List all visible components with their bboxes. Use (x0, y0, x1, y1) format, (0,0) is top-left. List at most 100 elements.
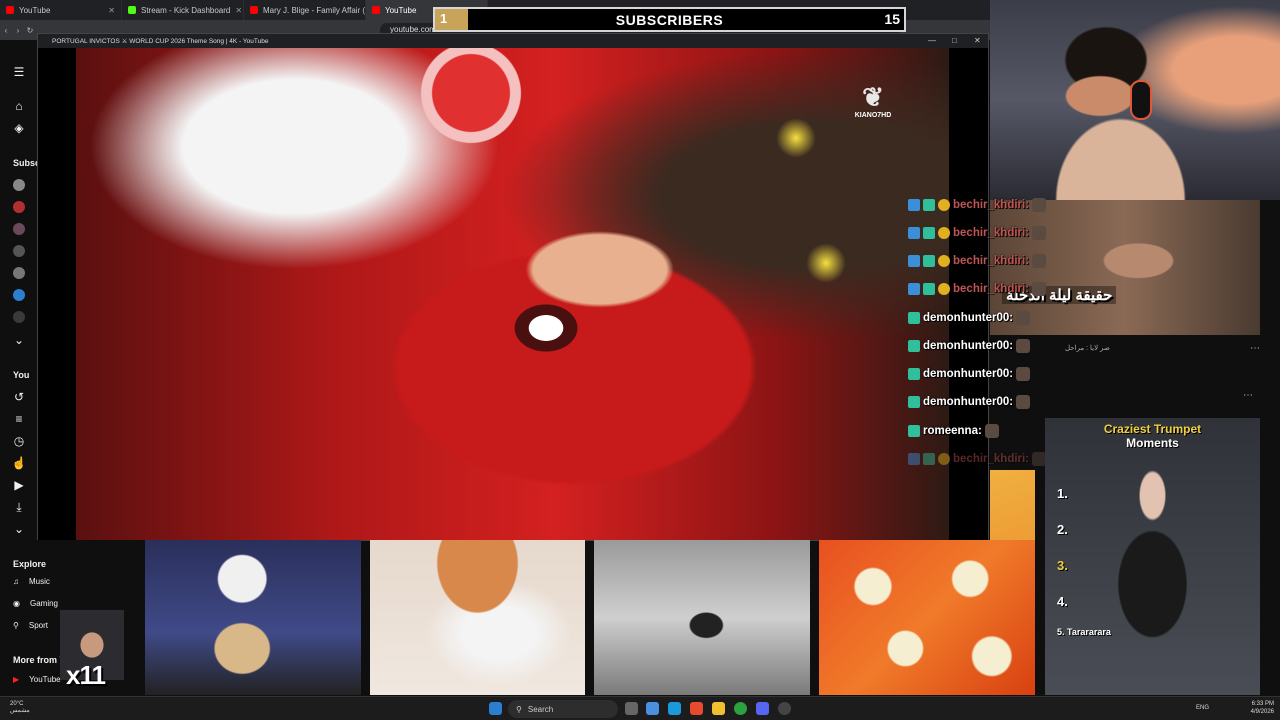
history-icon[interactable]: ↺ (11, 389, 27, 405)
chat-username[interactable]: bechir_khdiri: (953, 283, 1029, 295)
chat-message: demonhunter00: (908, 337, 1031, 355)
emote-icon (1032, 254, 1047, 268)
explore-gaming[interactable]: ◉ Gaming (13, 599, 58, 608)
subscription-avatar[interactable] (13, 201, 25, 213)
taskbar-search[interactable]: ⚲ Search (508, 700, 618, 718)
more-options-icon[interactable]: ⋯ (1243, 390, 1253, 401)
moderator-badge-icon (908, 199, 920, 211)
copilot-icon[interactable] (646, 702, 659, 715)
short-meta-text: صر لايا : مراحل (1065, 345, 1110, 352)
chat-message: bechir_khdiri: (908, 450, 1047, 468)
menu-icon[interactable]: ☰ (11, 64, 27, 80)
close-tab-icon[interactable]: ✕ (108, 6, 115, 15)
watch-later-icon[interactable]: ◷ (11, 433, 27, 449)
chat-username[interactable]: bechir_khdiri: (953, 227, 1029, 239)
chat-username[interactable]: bechir_khdiri: (953, 453, 1029, 465)
video-thumbnail-cartoon[interactable] (594, 540, 810, 695)
video-thumbnail-pasta[interactable] (819, 540, 1035, 695)
edge-icon[interactable] (668, 702, 681, 715)
chat-username[interactable]: bechir_khdiri: (953, 199, 1029, 211)
trumpet-short-thumbnail[interactable]: Craziest Trumpet Moments 1. 2. 3. 4. 5. … (1045, 418, 1260, 695)
explore-item-label: Music (29, 577, 50, 586)
verified-badge-icon (938, 453, 950, 465)
emote-icon (1016, 367, 1031, 381)
tab-label: Stream - Kick Dashboard (141, 5, 231, 15)
your-videos-icon[interactable]: ▶ (11, 477, 27, 493)
video-frame[interactable] (76, 48, 949, 540)
start-windows-icon[interactable] (489, 702, 502, 715)
subscription-avatar[interactable] (13, 289, 25, 301)
browser-tab[interactable]: YouTube ✕ (0, 0, 122, 20)
chevron-down-icon[interactable]: ⌄ (11, 332, 27, 348)
rank-5-label: 5. Tarararara (1057, 627, 1111, 637)
maximize-icon[interactable]: □ (952, 36, 957, 45)
browser-tab[interactable]: Mary J. Blige - Family Affair (Offi✕ (244, 0, 366, 20)
forward-icon[interactable]: › (12, 26, 24, 35)
chat-message: romeenna: (908, 422, 999, 440)
chat-message: demonhunter00: (908, 393, 1031, 411)
trumpet-title: Craziest Trumpet Moments (1045, 422, 1260, 450)
light-bokeh (776, 118, 816, 158)
explore-music[interactable]: ♫ Music (13, 577, 50, 586)
reload-icon[interactable]: ↻ (24, 26, 36, 35)
emote-icon (1032, 452, 1047, 466)
subscription-avatar[interactable] (13, 311, 25, 323)
chat-username[interactable]: demonhunter00: (923, 312, 1013, 324)
tab-favicon-icon (128, 6, 136, 14)
youtube-sidebar: ☰ ⌂ ◈ Subsc ⌄ You ↺ ≡ ◷ ☝ ▶ ⤓ ⌄ (0, 40, 40, 540)
liked-videos-icon[interactable]: ☝ (11, 455, 27, 471)
emote-icon (1032, 198, 1047, 212)
subscription-avatar[interactable] (13, 267, 25, 279)
chat-overlay: bechir_khdiri: bechir_khdiri: bechir_khdir… (905, 193, 1060, 475)
downloads-icon[interactable]: ⤓ (11, 499, 27, 515)
close-icon[interactable]: ✕ (974, 36, 981, 45)
kick-badge-icon (908, 340, 920, 352)
minimize-icon[interactable]: — (928, 36, 936, 45)
discord-icon[interactable] (756, 702, 769, 715)
tab-favicon-icon (372, 6, 380, 14)
home-icon[interactable]: ⌂ (11, 98, 27, 114)
kick-badge-icon (908, 312, 920, 324)
more-options-icon[interactable]: ⋯ (1250, 343, 1260, 354)
playlists-icon[interactable]: ≡ (11, 411, 27, 427)
clock-date: 4/9/2026 (1250, 709, 1274, 715)
subscription-avatar[interactable] (13, 179, 25, 191)
task-view-icon[interactable] (625, 702, 638, 715)
language-indicator[interactable]: ENG (1196, 705, 1209, 711)
you-label[interactable]: You (13, 370, 29, 380)
back-icon[interactable]: ‹ (0, 26, 12, 35)
youtube-item[interactable]: ▶ YouTube (13, 675, 61, 684)
video-thumbnail-cat[interactable] (370, 540, 585, 695)
search-label: Search (527, 704, 554, 714)
kick-badge-icon (923, 199, 935, 211)
chat-username[interactable]: demonhunter00: (923, 340, 1013, 352)
chrome-icon[interactable] (734, 702, 747, 715)
weather-widget[interactable]: 20°C مشمس (10, 701, 30, 715)
subscription-avatar[interactable] (13, 245, 25, 257)
obs-icon[interactable] (778, 702, 791, 715)
chevron-down-icon[interactable]: ⌄ (11, 521, 27, 537)
streamer-webcam (990, 0, 1280, 200)
explore-item-label: Sport (28, 621, 48, 630)
chat-username[interactable]: romeenna: (923, 425, 982, 437)
video-thumbnail-dancer[interactable] (145, 540, 361, 695)
more-from-youtube-label: More from Y (13, 655, 66, 665)
kick-badge-icon (923, 227, 935, 239)
explore-sport[interactable]: ⚲ Sport (13, 621, 48, 630)
tab-label: Mary J. Blige - Family Affair (Offi (263, 5, 366, 15)
file-explorer-icon[interactable] (712, 702, 725, 715)
subscription-avatar[interactable] (13, 223, 25, 235)
shorts-icon[interactable]: ◈ (11, 120, 27, 136)
search-icon: ⚲ (516, 704, 522, 714)
clock[interactable]: 6:33 PM 4/9/2026 (1251, 700, 1274, 716)
chat-message: bechir_khdiri: (908, 252, 1047, 270)
browser-tab[interactable]: Stream - Kick Dashboard ✕ (122, 0, 244, 20)
chat-message: bechir_khdiri: (908, 196, 1047, 214)
chat-username[interactable]: demonhunter00: (923, 396, 1013, 408)
chat-message: demonhunter00: (908, 309, 1031, 327)
close-tab-icon[interactable]: ✕ (235, 6, 242, 15)
chat-username[interactable]: demonhunter00: (923, 368, 1013, 380)
brave-icon[interactable] (690, 702, 703, 715)
chat-username[interactable]: bechir_khdiri: (953, 255, 1029, 267)
subscriptions-label[interactable]: Subsc (13, 158, 40, 168)
